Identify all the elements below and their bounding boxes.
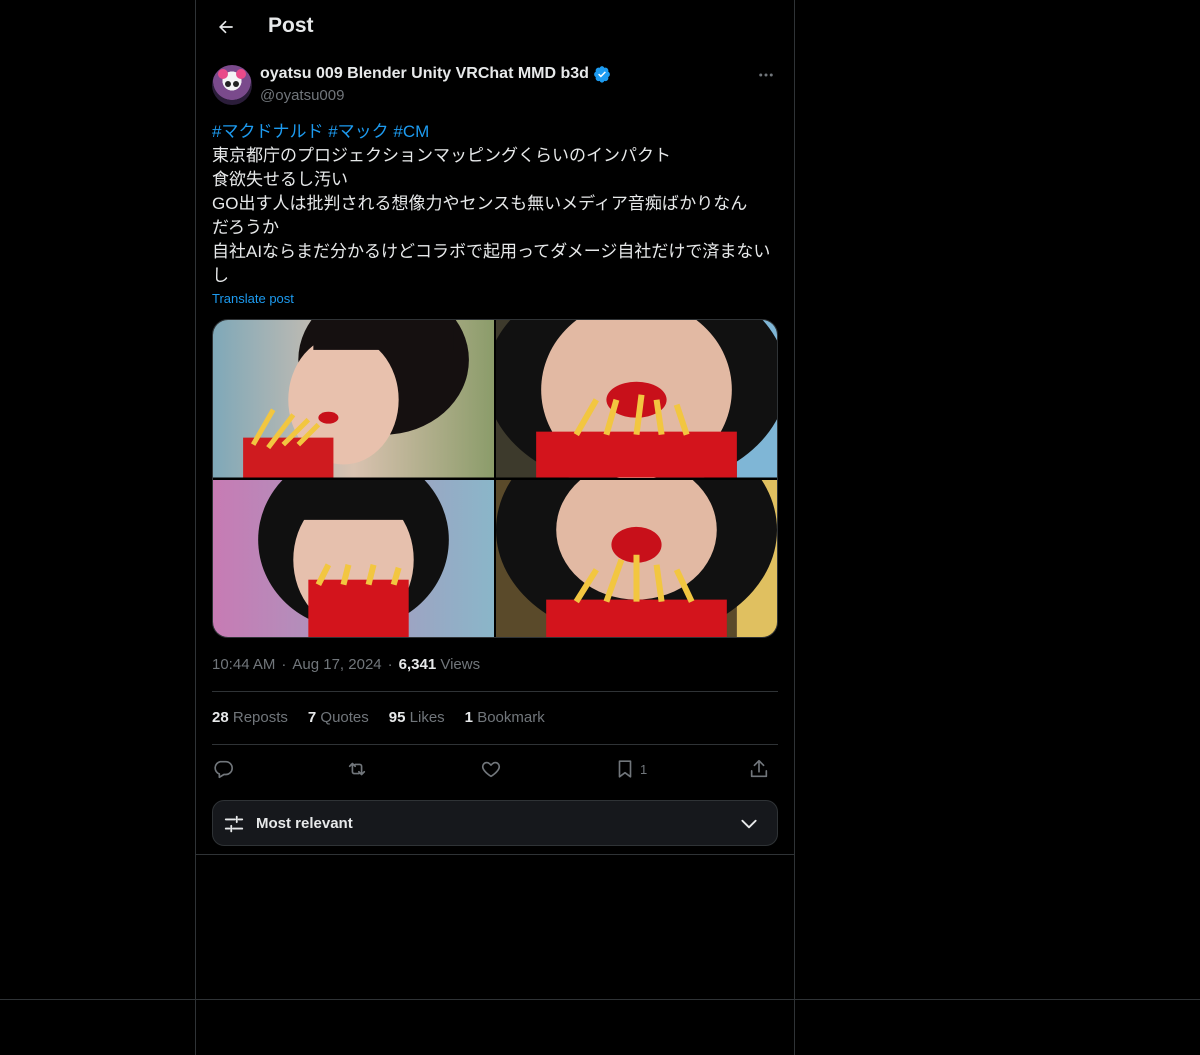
media-image-2[interactable] (496, 320, 777, 478)
back-button[interactable] (212, 13, 240, 41)
bookmark-icon (618, 760, 632, 778)
reply-icon (214, 760, 233, 779)
post-actions: 1 (212, 755, 778, 783)
hashtag[interactable]: #マクドナルド (212, 122, 323, 141)
verified-badge-icon (594, 66, 610, 83)
hashtags: #マクドナルド #マック #CM (212, 120, 778, 144)
views-label: Views (440, 656, 481, 673)
post-views: 6,341 Views (399, 656, 480, 673)
avatar[interactable] (212, 65, 252, 105)
more-dots-icon (759, 73, 773, 77)
post-stats: 28 Reposts 7 Quotes 95 Likes 1 Bookmark (212, 709, 545, 726)
main-column: Post oyatsu 009 Blender Unity VRChat MMD… (195, 0, 795, 1055)
repost-button[interactable] (346, 755, 368, 783)
divider (212, 691, 778, 692)
post-line: 自社AIならまだ分かるけどコラボで起用ってダメージ自社だけで済まないし (212, 242, 771, 285)
like-button[interactable] (480, 755, 502, 783)
likes-stat[interactable]: 95 Likes (389, 709, 445, 726)
meta-separator: · (387, 656, 393, 673)
post-author: oyatsu 009 Blender Unity VRChat MMD b3d … (212, 65, 778, 107)
share-icon (750, 759, 768, 778)
post-meta: 10:44 AM · Aug 17, 2024 · 6,341 Views (212, 656, 480, 673)
sort-label: Most relevant (256, 815, 353, 832)
heart-icon (481, 761, 501, 778)
share-button[interactable] (748, 755, 770, 783)
chevron-down-icon (741, 819, 757, 829)
meta-separator: · (281, 656, 287, 673)
reply-button[interactable] (212, 755, 234, 783)
hashtag[interactable]: #CM (393, 122, 429, 141)
post-line: 東京都庁のプロジェクションマッピングくらいのインパクト (212, 146, 671, 165)
arrow-left-icon (219, 20, 233, 34)
post-time[interactable]: 10:44 AM (212, 656, 275, 673)
bookmark-button[interactable]: 1 (614, 755, 647, 783)
post-date[interactable]: Aug 17, 2024 (292, 656, 381, 673)
quotes-stat[interactable]: 7 Quotes (308, 709, 369, 726)
author-handle[interactable]: @oyatsu009 (260, 87, 344, 104)
post-line: GO出す人は批判される想像力やセンスも無いメディア音痴ばかりなんだろうか (212, 194, 748, 237)
bookmark-count: 1 (640, 761, 648, 777)
divider (196, 854, 794, 855)
media-image-1[interactable] (213, 320, 494, 478)
media-image-3[interactable] (213, 479, 494, 637)
media-grid (212, 319, 778, 638)
media-image-4[interactable] (496, 479, 777, 637)
views-count: 6,341 (398, 656, 437, 673)
more-options-button[interactable] (754, 65, 778, 85)
divider (212, 744, 778, 745)
repost-icon (348, 762, 366, 776)
reply-sort-dropdown[interactable]: Most relevant (212, 800, 778, 846)
post-text: #マクドナルド #マック #CM 東京都庁のプロジェクションマッピングくらいのイ… (212, 120, 778, 288)
translate-post-link[interactable]: Translate post (212, 291, 294, 306)
hashtag[interactable]: #マック (328, 122, 388, 141)
post-header: Post (196, 0, 794, 54)
page-title: Post (268, 14, 314, 37)
post-line: 食欲失せるし汚い (212, 170, 348, 189)
reposts-stat[interactable]: 28 Reposts (212, 709, 288, 726)
sliders-icon (224, 815, 244, 833)
bookmarks-stat[interactable]: 1 Bookmark (465, 709, 545, 726)
author-display-name[interactable]: oyatsu 009 Blender Unity VRChat MMD b3d (260, 65, 589, 83)
